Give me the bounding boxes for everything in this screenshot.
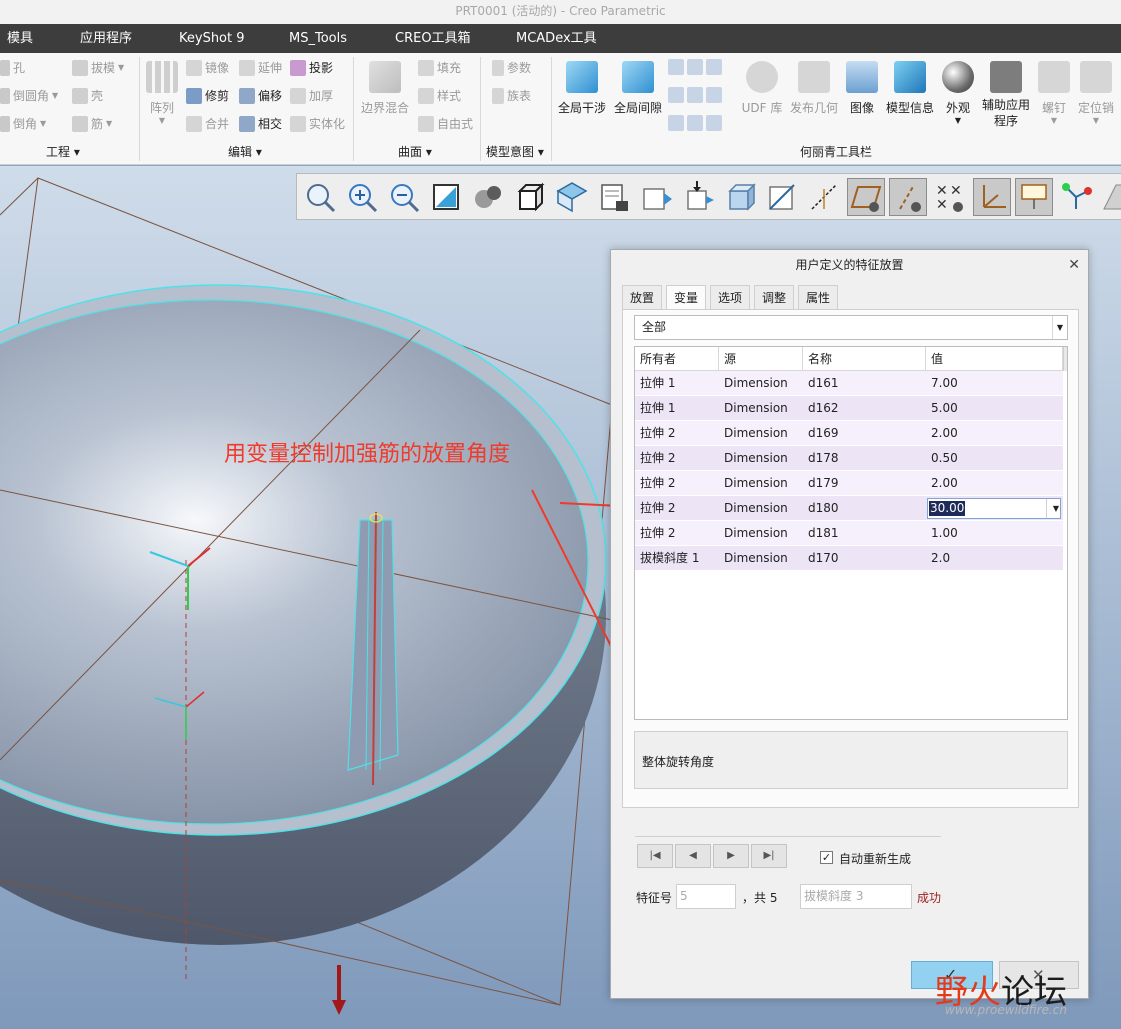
last-icon: ▶| [763,850,775,861]
udf-placement-dialog: 用户定义的特征放置 ✕ 放置 变量 选项 调整 属性 全部 ▼ 所有者 源 名称… [610,249,1089,999]
next-button[interactable]: ▶ [713,844,749,868]
feature-name-field[interactable]: 拔模斜度 3 [800,884,912,909]
column-name[interactable]: 名称 [803,347,926,371]
tab-properties[interactable]: 属性 [798,285,839,309]
table-row[interactable]: 拉伸 2 Dimension d181 1.00 [635,521,1063,546]
tab-placement[interactable]: 放置 [622,285,663,309]
variable-description: 整体旋转角度 [634,731,1068,789]
table-row[interactable]: 拉伸 1 Dimension d161 7.00 [635,371,1063,396]
variables-panel: 全部 ▼ 所有者 源 名称 值 拉伸 1 Dimension d161 7.00… [622,309,1079,808]
tab-options[interactable]: 选项 [710,285,751,309]
divider [635,836,941,837]
value-editor[interactable]: 30.00 ▼ [927,498,1061,519]
next-icon: ▶ [727,850,735,861]
watermark-logo: 野火论坛 www.proewildfire.cn [935,972,1067,1017]
column-value[interactable]: 值 [926,347,1063,371]
auto-regenerate-label: 自动重新生成 [839,852,912,866]
table-row[interactable]: 拉伸 2 Dimension d169 2.00 [635,421,1063,446]
value-input[interactable]: 30.00 [929,501,966,516]
tab-adjust[interactable]: 调整 [754,285,795,309]
tab-variables[interactable]: 变量 [666,285,707,310]
table-row[interactable]: 拉伸 2 Dimension d178 0.50 [635,446,1063,471]
feature-number-field[interactable]: 5 [676,884,736,909]
table-row-selected[interactable]: 拉伸 2 Dimension d180 30.00 ▼ [635,496,1063,521]
chevron-down-icon[interactable]: ▼ [1046,499,1060,518]
table-row[interactable]: 拔模斜度 1 Dimension d170 2.0 [635,546,1063,571]
dialog-title: 用户定义的特征放置 [795,258,904,272]
table-row[interactable]: 拉伸 1 Dimension d162 5.00 [635,396,1063,421]
table-scrollbar[interactable] [1063,347,1067,371]
feature-number-label: 特征号 [636,891,673,905]
column-source[interactable]: 源 [719,347,803,371]
table-row[interactable]: 拉伸 2 Dimension d179 2.00 [635,471,1063,496]
filter-select[interactable]: 全部 ▼ [634,315,1068,340]
auto-regenerate-checkbox[interactable]: ✓ [820,851,833,864]
status-text: 成功 [917,891,942,905]
first-icon: |◀ [649,850,661,861]
feature-total: ，共 5 [742,891,778,905]
last-button[interactable]: ▶| [751,844,787,868]
chevron-down-icon: ▼ [1052,316,1067,339]
variables-table: 所有者 源 名称 值 拉伸 1 Dimension d161 7.00 拉伸 1… [634,346,1068,720]
previous-icon: ◀ [689,850,697,861]
close-icon[interactable]: ✕ [1068,250,1080,280]
first-button[interactable]: |◀ [637,844,673,868]
previous-button[interactable]: ◀ [675,844,711,868]
column-owner[interactable]: 所有者 [635,347,719,371]
